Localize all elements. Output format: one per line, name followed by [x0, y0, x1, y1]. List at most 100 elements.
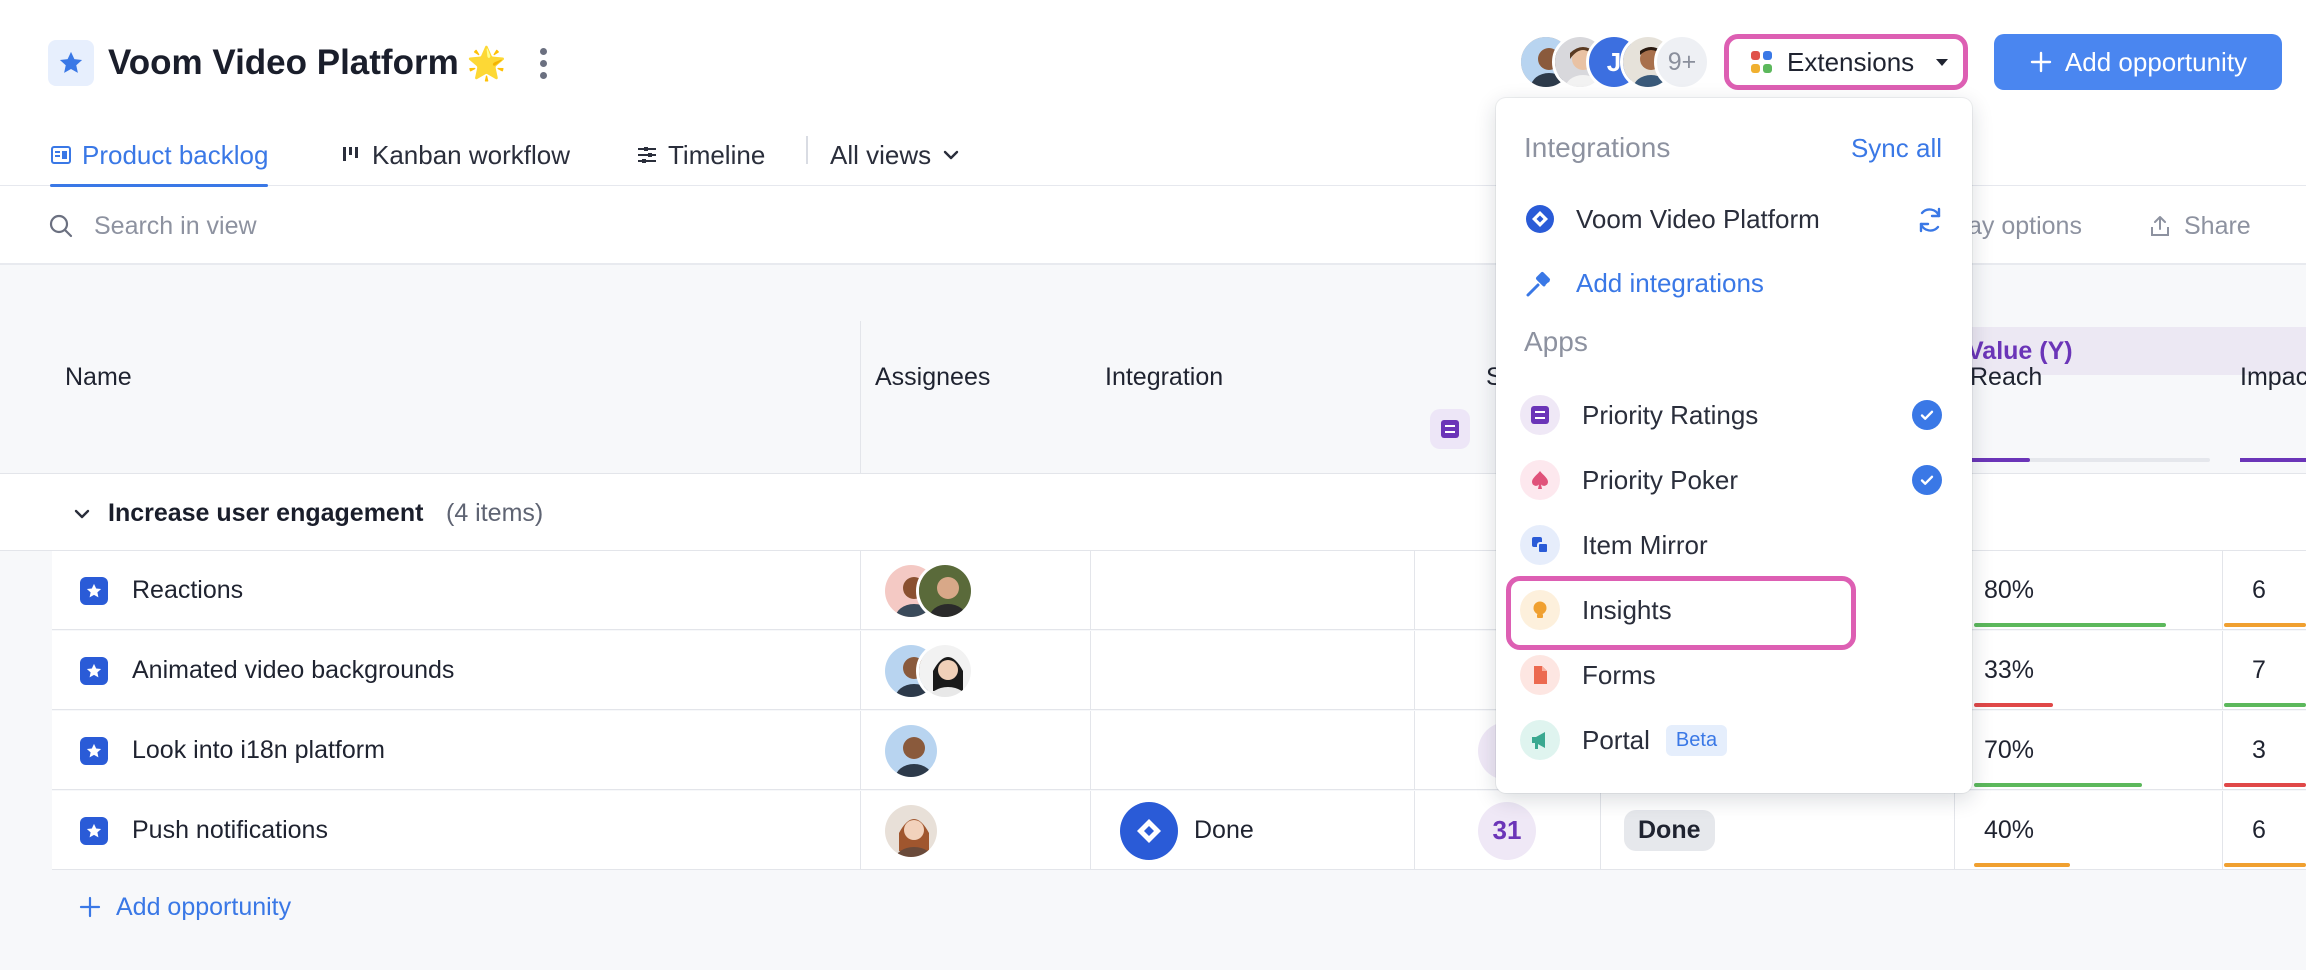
integration-item-label: Voom Video Platform: [1576, 203, 1820, 234]
sync-icon[interactable]: [1914, 204, 1946, 236]
score-column-icon: [1430, 409, 1470, 449]
share-button[interactable]: Share: [2148, 207, 2251, 245]
sync-all-button[interactable]: Sync all: [1851, 128, 1942, 168]
app-item-label: Priority Ratings: [1582, 399, 1759, 430]
extensions-grid-icon: [1751, 51, 1773, 73]
reach-value[interactable]: 80%: [1984, 576, 2034, 605]
tab-divider: [806, 136, 808, 164]
item-name[interactable]: Animated video backgrounds: [132, 656, 454, 685]
tab-all-views[interactable]: All views: [830, 124, 961, 186]
assignee-avatar[interactable]: [916, 641, 974, 700]
add-integrations-button[interactable]: Add integrations: [1520, 256, 1948, 310]
add-opportunity-button[interactable]: Add opportunity: [1994, 34, 2282, 90]
app-item-portal[interactable]: Portal Beta: [1520, 713, 1948, 767]
search-input[interactable]: [94, 207, 594, 245]
reach-bar: [1974, 783, 2142, 787]
plug-icon: [1520, 263, 1560, 303]
integration-item-voom[interactable]: Voom Video Platform: [1520, 192, 1948, 246]
column-header-impact[interactable]: Impac: [2240, 357, 2306, 397]
chevron-down-icon[interactable]: [72, 504, 92, 524]
tab-product-backlog[interactable]: Product backlog: [50, 124, 269, 187]
add-opportunity-label: Add opportunity: [2064, 46, 2248, 77]
check-icon[interactable]: [1912, 465, 1942, 495]
display-options-button[interactable]: ay options: [1968, 207, 2082, 245]
integration-status[interactable]: Done: [1194, 816, 1254, 845]
column-header-assignees[interactable]: Assignees: [875, 357, 990, 397]
app-item-priority-poker[interactable]: Priority Poker: [1520, 453, 1948, 507]
column-header-reach[interactable]: Reach: [1970, 357, 2042, 397]
status-badge[interactable]: Done: [1624, 810, 1715, 851]
impact-bar: [2224, 703, 2306, 707]
tab-label: Product backlog: [82, 139, 269, 170]
extensions-label: Extensions: [1787, 46, 1915, 77]
assignee-avatar[interactable]: [916, 561, 974, 620]
table-row[interactable]: Push notifications Done 31 Done 40% 6: [52, 791, 2306, 870]
beta-badge: Beta: [1665, 724, 1728, 756]
workspace-star-icon[interactable]: [48, 40, 94, 86]
more-options-icon[interactable]: [526, 40, 560, 86]
jira-icon[interactable]: [1120, 801, 1178, 860]
impact-bar: [2224, 863, 2306, 867]
tab-timeline[interactable]: Timeline: [636, 124, 765, 186]
reach-value[interactable]: 40%: [1984, 816, 2034, 845]
reach-value[interactable]: 70%: [1984, 736, 2034, 765]
item-star-icon: [80, 656, 108, 685]
app-item-label: Item Mirror: [1582, 529, 1708, 560]
timeline-icon: [638, 147, 656, 163]
share-icon: [2151, 216, 2169, 236]
group-count: (4 items): [446, 499, 544, 527]
reach-bar: [1974, 623, 2166, 627]
share-label: Share: [2184, 212, 2251, 240]
app-item-label: Portal: [1582, 724, 1650, 755]
tab-label: All views: [830, 139, 932, 170]
apps-heading: Apps: [1524, 326, 1588, 357]
app-item-forms[interactable]: Forms: [1520, 648, 1948, 702]
impact-value[interactable]: 3: [2252, 736, 2266, 765]
check-icon[interactable]: [1912, 400, 1942, 430]
app-item-priority-ratings[interactable]: Priority Ratings: [1520, 388, 1948, 442]
column-divider: [860, 321, 861, 473]
assignee-avatar[interactable]: [882, 801, 940, 860]
item-name[interactable]: Push notifications: [132, 816, 328, 845]
ratings-icon: [1520, 395, 1560, 435]
tab-kanban-workflow[interactable]: Kanban workflow: [340, 124, 570, 186]
impact-value[interactable]: 7: [2252, 656, 2266, 685]
add-opportunity-row-label: Add opportunity: [116, 893, 292, 921]
reach-bar: [1974, 863, 2070, 867]
column-header-integration[interactable]: Integration: [1105, 357, 1223, 397]
caret-down-icon: [1936, 58, 1949, 66]
item-name[interactable]: Look into i18n platform: [132, 736, 385, 765]
plus-icon: [79, 896, 101, 918]
extensions-button[interactable]: Extensions: [1724, 34, 1968, 90]
mirror-icon: [1520, 525, 1560, 565]
document-icon: [1520, 655, 1560, 695]
impact-value[interactable]: 6: [2252, 816, 2266, 845]
impact-value[interactable]: 6: [2252, 576, 2266, 605]
item-star-icon: [80, 576, 108, 605]
item-star-icon: [80, 816, 108, 845]
reach-bar: [1974, 703, 2053, 707]
score-value[interactable]: 31: [1478, 801, 1536, 860]
jira-icon: [1520, 199, 1560, 239]
tab-label: Kanban workflow: [372, 139, 570, 170]
integrations-heading: Integrations: [1524, 132, 1671, 163]
backlog-icon: [51, 146, 71, 164]
assignee-avatar[interactable]: [882, 721, 940, 780]
impact-weight-bar: [2240, 458, 2306, 462]
impact-bar: [2224, 783, 2306, 787]
spade-icon: [1520, 460, 1560, 500]
reach-value[interactable]: 33%: [1984, 656, 2034, 685]
column-header-name[interactable]: Name: [65, 357, 132, 397]
add-opportunity-row-button[interactable]: Add opportunity: [78, 887, 291, 927]
app-item-item-mirror[interactable]: Item Mirror: [1520, 518, 1948, 572]
app-item-label: Forms: [1582, 659, 1656, 690]
avatars-more-count[interactable]: 9+: [1654, 34, 1710, 90]
title-emoji: 🌟: [466, 45, 507, 81]
item-name[interactable]: Reactions: [132, 576, 243, 605]
item-star-icon: [80, 736, 108, 765]
add-integrations-label: Add integrations: [1576, 267, 1764, 298]
app-item-label: Priority Poker: [1582, 464, 1739, 495]
reach-weight-bar: [1968, 458, 2210, 462]
group-name: Increase user engagement: [108, 499, 424, 527]
impact-bar: [2224, 623, 2306, 627]
